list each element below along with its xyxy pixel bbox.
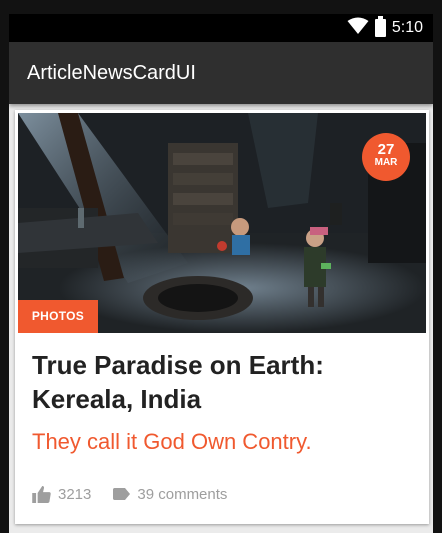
comments-button[interactable]: 39 comments [113,486,227,503]
comments-count: 39 comments [137,485,228,503]
category-tag[interactable]: PHOTOS [18,300,98,333]
likes-button[interactable]: 3213 [32,485,92,503]
article-meta: 3213 39 comments [32,483,227,505]
thumbs-up-icon [32,485,51,503]
article-card[interactable]: 27 MAR PHOTOS True Paradise on Earth: Ke… [15,110,429,524]
date-day: 27 [377,141,395,158]
wifi-icon [347,17,369,40]
likes-count: 3213 [58,485,92,503]
battery-icon [374,16,386,37]
app-bar: ArticleNewsCardUI [9,42,433,104]
date-month: MAR [374,157,398,168]
status-time: 5:10 [391,19,423,36]
device-screen: 5:10 ArticleNewsCardUI 27 MAR PHOTOS Tru… [9,14,433,533]
app-title: ArticleNewsCardUI [27,62,196,84]
status-icons: 5:10 [347,16,423,40]
article-headline[interactable]: True Paradise on Earth: Kereala, India [32,348,412,416]
article-subtitle: They call it God Own Contry. [32,429,312,454]
status-bar: 5:10 [9,14,433,42]
label-tag-icon [113,488,131,500]
date-badge: 27 MAR [362,133,410,181]
